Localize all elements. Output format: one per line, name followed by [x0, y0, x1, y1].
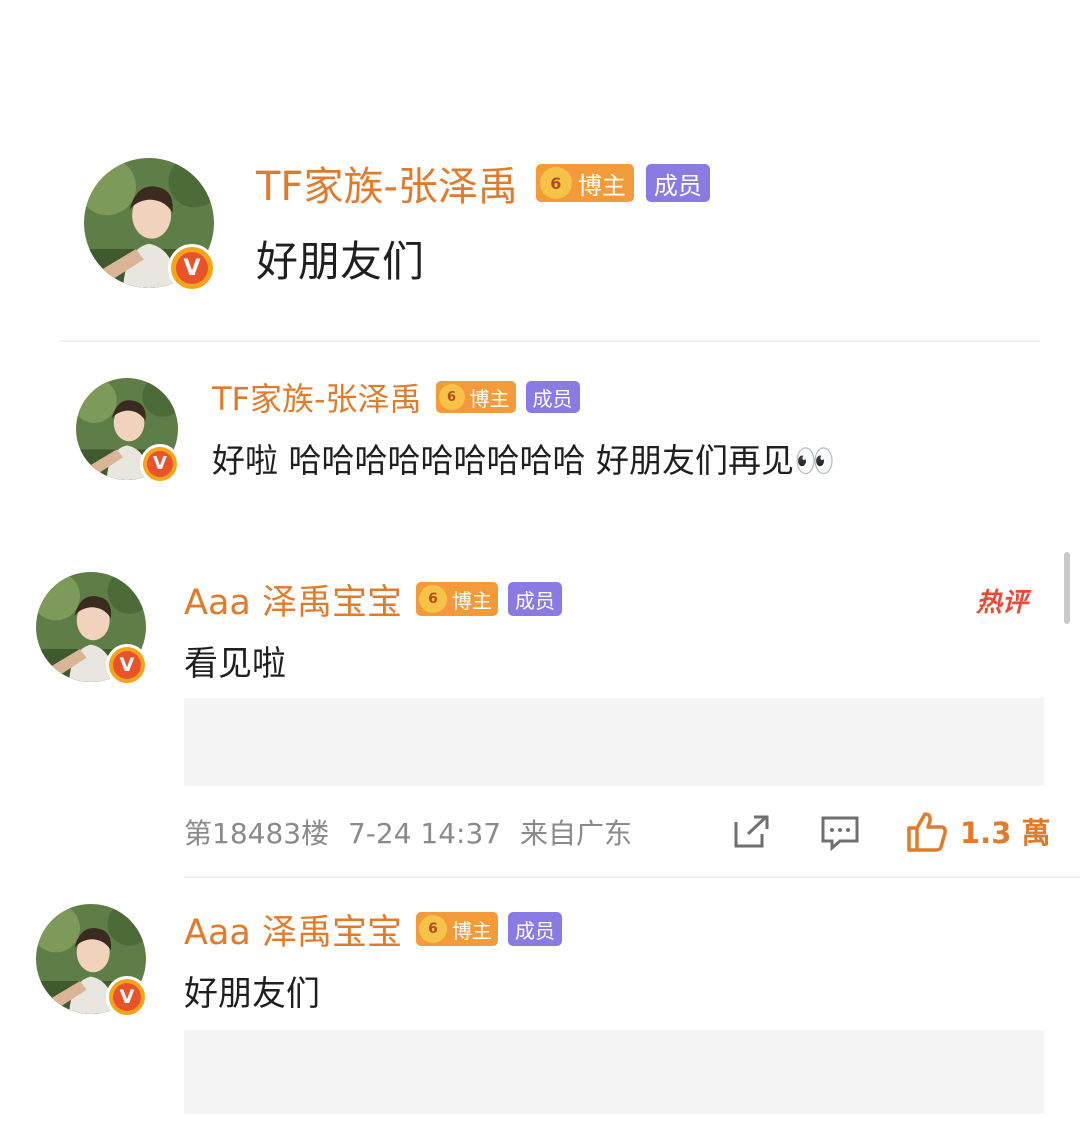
boss-badge: 6 博主 — [535, 164, 634, 202]
divider — [184, 876, 1080, 878]
verified-icon: V — [168, 244, 216, 292]
eyes-emoji: 👀 — [793, 441, 836, 480]
username[interactable]: Aaa 泽禹宝宝 — [184, 574, 402, 625]
comment-icon[interactable] — [820, 814, 860, 852]
share-icon[interactable] — [732, 814, 770, 850]
avatar[interactable]: V — [84, 158, 216, 292]
username[interactable]: Aaa 泽禹宝宝 — [184, 904, 402, 955]
hot-comment-label: 热评 — [976, 588, 1029, 618]
scrollbar[interactable] — [1064, 552, 1070, 624]
thumbs-up-icon — [907, 812, 947, 852]
username[interactable]: TF家族-张泽禹 — [212, 374, 422, 420]
crown-icon: 6 — [418, 915, 447, 943]
divider — [60, 340, 1040, 342]
boss-badge: 6 博主 — [415, 582, 498, 616]
location: 来自广东 — [520, 817, 633, 850]
verified-icon: V — [106, 644, 148, 686]
comment-text: 看见啦 — [184, 644, 286, 684]
comment-text: 好朋友们 — [256, 237, 425, 286]
crown-icon: 6 — [418, 585, 447, 613]
avatar[interactable]: V — [36, 904, 150, 1018]
verified-icon: V — [140, 444, 180, 484]
member-badge: 成员 — [507, 582, 562, 616]
boss-badge: 6 博主 — [435, 381, 516, 413]
member-badge: 成员 — [525, 381, 580, 413]
like-count: 1.3 萬 — [960, 816, 1051, 850]
crown-icon: 6 — [438, 384, 465, 410]
like-button[interactable]: 1.3 萬 — [906, 808, 1050, 854]
verified-icon: V — [106, 976, 148, 1018]
avatar[interactable]: V — [76, 378, 180, 484]
member-badge: 成员 — [645, 164, 710, 202]
floor-number: 第18483楼 — [184, 817, 330, 850]
boss-badge: 6 博主 — [415, 912, 498, 946]
comment-text: 好朋友们 — [184, 974, 320, 1014]
username[interactable]: TF家族-张泽禹 — [256, 154, 518, 212]
reply-preview[interactable] — [184, 698, 1044, 786]
timestamp: 7-24 14:37 — [347, 817, 502, 850]
reply-preview[interactable] — [184, 1030, 1044, 1114]
avatar[interactable]: V — [36, 572, 150, 686]
crown-icon: 6 — [539, 167, 572, 199]
member-badge: 成员 — [507, 912, 562, 946]
comment-text: 好啦 哈哈哈哈哈哈哈哈哈 好朋友们再见👀 — [212, 441, 836, 480]
